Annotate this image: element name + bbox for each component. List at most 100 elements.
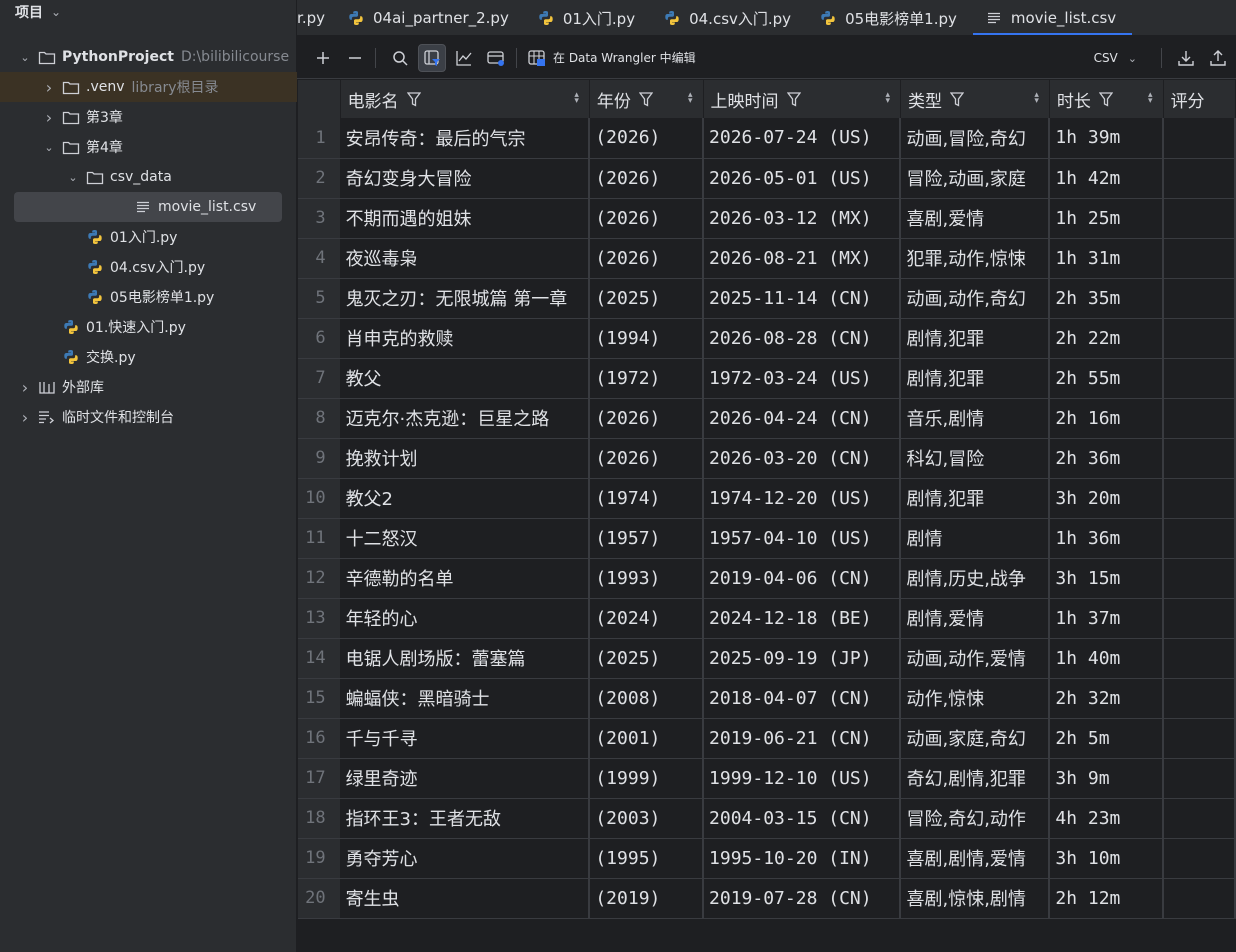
table-cell[interactable]: 1h 42m: [1049, 158, 1165, 199]
filter-icon[interactable]: [786, 91, 801, 112]
table-cell[interactable]: [1163, 398, 1236, 439]
table-cell[interactable]: 迈克尔·杰克逊：巨星之路: [340, 398, 591, 439]
column-header[interactable]: 类型 ▴ ▾: [900, 80, 1050, 118]
table-cell[interactable]: 1h 37m: [1049, 598, 1165, 639]
filter-icon[interactable]: [1098, 91, 1114, 112]
filter-icon[interactable]: [638, 91, 654, 112]
table-cell[interactable]: 挽救计划: [340, 438, 591, 479]
chevron-right-icon[interactable]: ›: [18, 378, 32, 397]
table-cell[interactable]: 奇幻,剧情,犯罪: [900, 758, 1051, 799]
export-button[interactable]: [1204, 44, 1232, 72]
table-cell[interactable]: 2h 36m: [1049, 438, 1165, 479]
add-row-button[interactable]: [309, 44, 337, 72]
format-select[interactable]: CSV ⌄: [1094, 51, 1137, 65]
table-row[interactable]: 10 教父2 (1974) 1974-12-20 (US) 剧情,犯罪 3h 20m: [298, 478, 1236, 519]
table-cell[interactable]: 安昂传奇：最后的气宗: [340, 118, 591, 159]
table-cell[interactable]: 科幻,冒险: [900, 438, 1051, 479]
table-cell[interactable]: [1163, 438, 1236, 479]
table-cell[interactable]: 2026-07-24 (US): [703, 118, 902, 159]
table-cell[interactable]: 2026-04-24 (CN): [703, 398, 902, 439]
table-cell[interactable]: 2h 55m: [1049, 358, 1165, 399]
table-cell[interactable]: 1974-12-20 (US): [703, 478, 902, 519]
table-cell[interactable]: 3h 9m: [1049, 758, 1165, 799]
table-row[interactable]: 8 迈克尔·杰克逊：巨星之路 (2026) 2026-04-24 (CN) 音乐,剧情 2…: [298, 398, 1236, 439]
table-cell[interactable]: 2019-06-21 (CN): [703, 718, 902, 759]
editor-tab[interactable]: 01入门.py: [525, 0, 651, 35]
editor-tab[interactable]: r.py: [297, 0, 335, 35]
table-cell[interactable]: 1h 25m: [1049, 198, 1165, 239]
table-cell[interactable]: (1994): [589, 318, 705, 359]
table-cell[interactable]: 蝙蝠侠：黑暗骑士: [340, 678, 591, 719]
table-cell[interactable]: 1h 39m: [1049, 118, 1165, 159]
table-cell[interactable]: 绿里奇迹: [340, 758, 591, 799]
editor-tab[interactable]: movie_list.csv: [972, 0, 1133, 35]
tree-item[interactable]: ⌄ csv_data: [0, 162, 297, 192]
table-row[interactable]: 6 肖申克的救赎 (1994) 2026-08-28 (CN) 剧情,犯罪 2h 22m: [298, 318, 1236, 359]
import-button[interactable]: [1172, 44, 1200, 72]
chevron-down-icon[interactable]: ⌄: [51, 5, 61, 19]
table-cell[interactable]: 2h 12m: [1049, 878, 1165, 919]
search-button[interactable]: [386, 44, 414, 72]
table-cell[interactable]: 教父2: [340, 478, 591, 519]
table-cell[interactable]: 3h 20m: [1049, 478, 1165, 519]
table-cell[interactable]: (1999): [589, 758, 705, 799]
table-row[interactable]: 12 辛德勒的名单 (1993) 2019-04-06 (CN) 剧情,历史,战争 3h …: [298, 558, 1236, 599]
table-cell[interactable]: [1163, 718, 1236, 759]
table-cell[interactable]: (1974): [589, 478, 705, 519]
tree-item[interactable]: 交换.py: [0, 342, 297, 372]
table-cell[interactable]: [1163, 838, 1236, 879]
table-cell[interactable]: (2026): [589, 118, 705, 159]
table-cell[interactable]: (1993): [589, 558, 705, 599]
table-cell[interactable]: 肖申克的救赎: [340, 318, 591, 359]
table-cell[interactable]: (2001): [589, 718, 705, 759]
filter-toggle-button[interactable]: [418, 43, 446, 72]
tree-item[interactable]: 01.快速入门.py: [0, 312, 297, 342]
table-cell[interactable]: 剧情: [900, 518, 1051, 559]
table-cell[interactable]: 1995-10-20 (IN): [703, 838, 902, 879]
table-cell[interactable]: 2024-12-18 (BE): [703, 598, 902, 639]
table-cell[interactable]: 2h 35m: [1049, 278, 1165, 319]
table-cell[interactable]: (2026): [589, 198, 705, 239]
table-cell[interactable]: 剧情,犯罪: [900, 318, 1051, 359]
editor-tab[interactable]: 05电影榜单1.py: [807, 0, 973, 35]
table-cell[interactable]: 动画,冒险,奇幻: [900, 118, 1051, 159]
table-row[interactable]: 11 十二怒汉 (1957) 1957-04-10 (US) 剧情 1h 36m: [298, 518, 1236, 559]
project-panel-header[interactable]: 项目 ⌄: [0, 0, 296, 24]
table-cell[interactable]: 电锯人剧场版：蕾塞篇: [340, 638, 591, 679]
table-cell[interactable]: 奇幻变身大冒险: [340, 158, 591, 199]
table-cell[interactable]: [1163, 598, 1236, 639]
table-row[interactable]: 4 夜巡毒枭 (2026) 2026-08-21 (MX) 犯罪,动作,惊悚 1h 31m: [298, 238, 1236, 279]
table-cell[interactable]: (2026): [589, 158, 705, 199]
table-cell[interactable]: 1h 36m: [1049, 518, 1165, 559]
table-cell[interactable]: [1163, 558, 1236, 599]
tree-item[interactable]: › .venv library根目录: [0, 72, 297, 102]
editor-tab[interactable]: 04ai_partner_2.py: [335, 0, 525, 35]
table-cell[interactable]: [1163, 678, 1236, 719]
table-cell[interactable]: 冒险,奇幻,动作: [900, 798, 1051, 839]
table-cell[interactable]: 动画,动作,爱情: [900, 638, 1051, 679]
table-cell[interactable]: (2025): [589, 278, 705, 319]
table-cell[interactable]: (1972): [589, 358, 705, 399]
chevron-down-icon[interactable]: ⌄: [66, 171, 80, 184]
table-cell[interactable]: 2026-08-21 (MX): [703, 238, 902, 279]
table-cell[interactable]: (2019): [589, 878, 705, 919]
view-button[interactable]: [482, 44, 510, 72]
table-cell[interactable]: (2003): [589, 798, 705, 839]
table-cell[interactable]: (2024): [589, 598, 705, 639]
table-cell[interactable]: 1957-04-10 (US): [703, 518, 902, 559]
table-cell[interactable]: 1999-12-10 (US): [703, 758, 902, 799]
table-cell[interactable]: [1163, 158, 1236, 199]
tree-item[interactable]: › 第3章: [0, 102, 297, 132]
table-cell[interactable]: 2004-03-15 (CN): [703, 798, 902, 839]
table-cell[interactable]: [1163, 358, 1236, 399]
column-header[interactable]: 评分: [1163, 80, 1236, 118]
table-cell[interactable]: 2h 32m: [1049, 678, 1165, 719]
table-cell[interactable]: 犯罪,动作,惊悚: [900, 238, 1051, 279]
chevron-right-icon[interactable]: ›: [18, 408, 32, 427]
table-cell[interactable]: 勇夺芳心: [340, 838, 591, 879]
table-cell[interactable]: 十二怒汉: [340, 518, 591, 559]
table-row[interactable]: 17 绿里奇迹 (1999) 1999-12-10 (US) 奇幻,剧情,犯罪 3h 9m: [298, 758, 1236, 799]
table-cell[interactable]: 动画,动作,奇幻: [900, 278, 1051, 319]
table-row[interactable]: 7 教父 (1972) 1972-03-24 (US) 剧情,犯罪 2h 55m: [298, 358, 1236, 399]
table-cell[interactable]: [1163, 238, 1236, 279]
